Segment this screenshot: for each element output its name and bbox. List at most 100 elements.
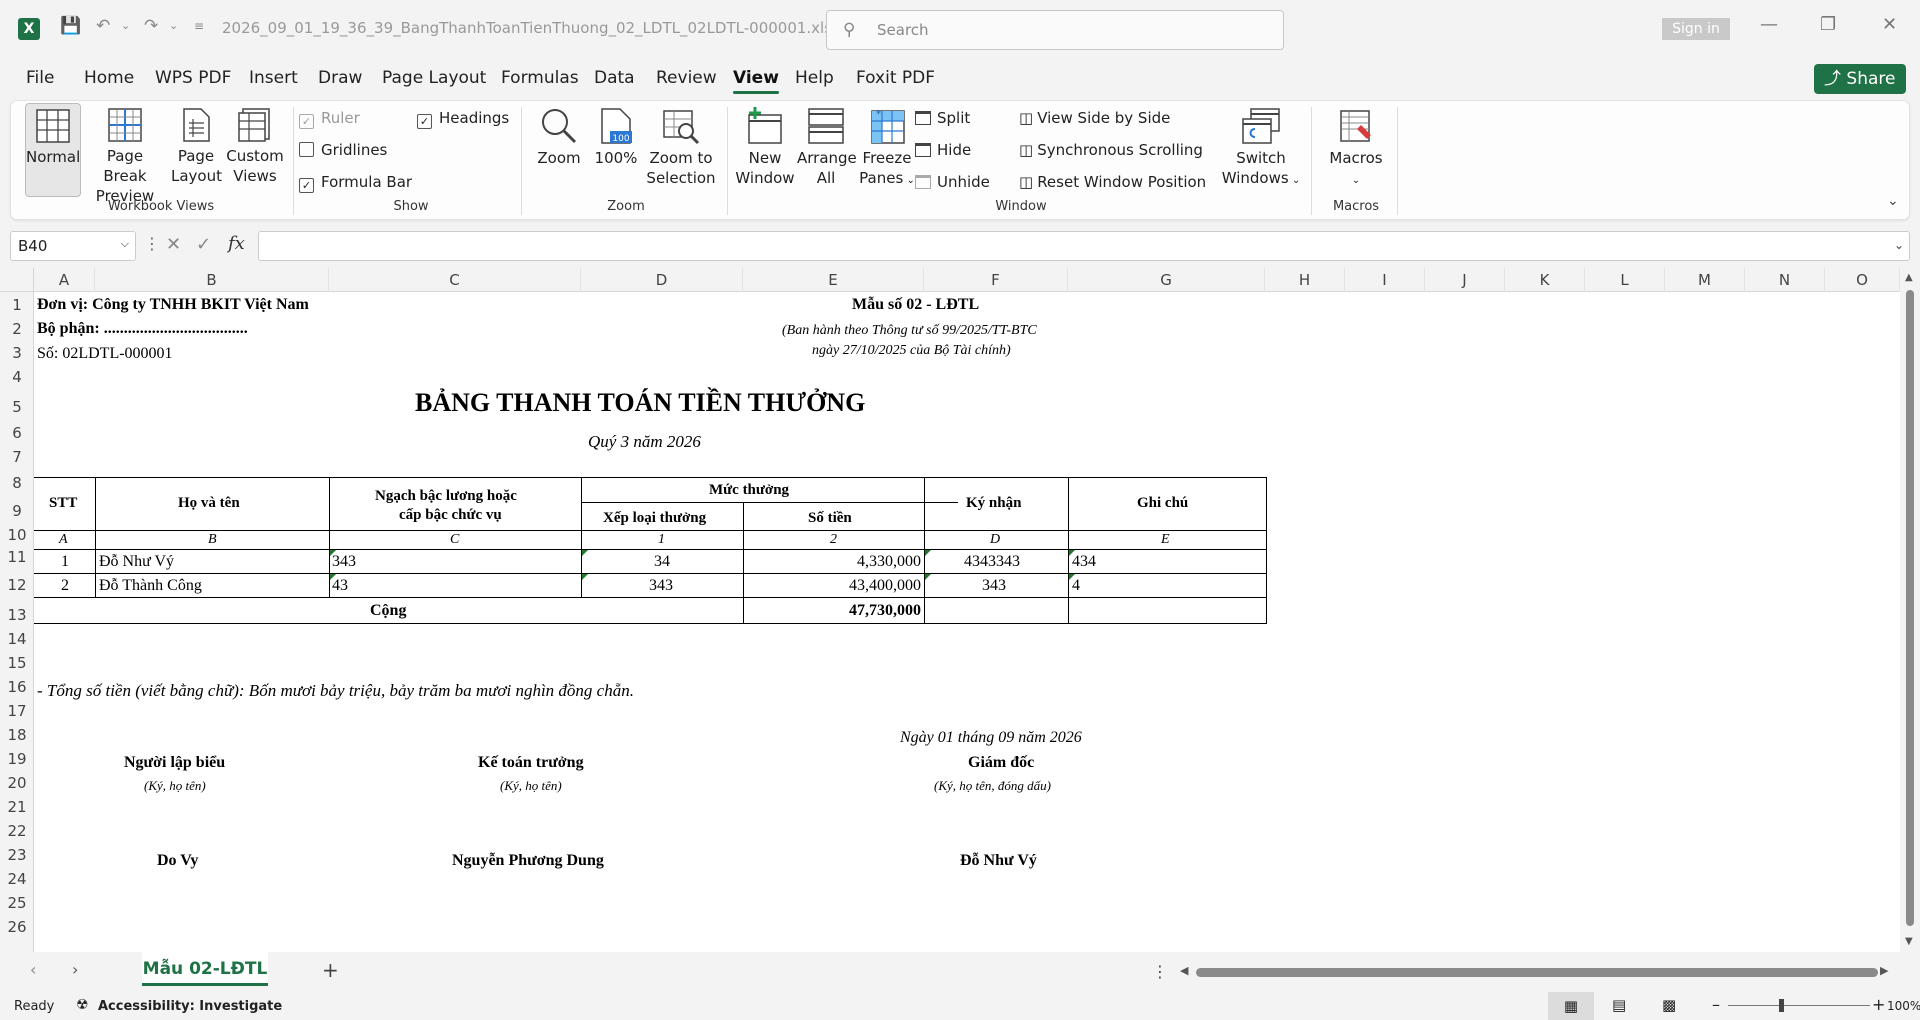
row-header[interactable]: 24 [0,870,34,888]
add-sheet-icon[interactable]: + [322,958,339,982]
page-break-preview-button[interactable]: Page Break Preview [85,107,165,206]
row-header[interactable]: 13 [0,606,34,624]
tab-draw[interactable]: Draw [318,68,362,88]
zoom-out-icon[interactable]: – [1712,995,1720,1014]
select-all-corner[interactable] [0,268,34,292]
scroll-down-icon[interactable]: ▼ [1905,936,1913,947]
sheet-tab-active[interactable]: Mẫu 02-LĐTL [142,952,268,986]
page-break-status-icon[interactable]: ▩ [1662,996,1676,1014]
split-button[interactable]: Split [915,109,970,127]
row-header[interactable]: 9 [0,502,34,520]
error-indicator-icon[interactable] [925,550,931,556]
restore-icon[interactable]: ❐ [1820,14,1836,35]
arrange-all-button[interactable]: Arrange All [797,107,857,188]
column-header[interactable]: J [1425,268,1505,292]
redo-dropdown-icon[interactable]: ⌄ [169,14,178,38]
tab-data[interactable]: Data [594,68,635,88]
normal-view-status-icon[interactable]: ▦ [1548,992,1594,1020]
row-header[interactable]: 23 [0,846,34,864]
column-header[interactable]: H [1265,268,1345,292]
column-header[interactable]: B [95,268,329,292]
column-header[interactable]: E [743,268,924,292]
tab-wps-pdf[interactable]: WPS PDF [155,68,231,88]
tab-home[interactable]: Home [84,68,134,88]
tab-help[interactable]: Help [795,68,834,88]
horizontal-scroll-thumb[interactable] [1196,968,1878,977]
enter-icon[interactable]: ✓ [196,234,211,255]
vertical-scroll-thumb[interactable] [1906,290,1914,926]
error-indicator-icon[interactable] [1069,550,1075,556]
tab-file[interactable]: File [26,68,54,88]
synchronous-scrolling-button[interactable]: ◫ Synchronous Scrolling [1019,141,1203,159]
formula-input[interactable] [258,231,1910,261]
page-layout-status-icon[interactable]: ▤ [1612,996,1626,1014]
column-header[interactable]: I [1345,268,1425,292]
column-header[interactable]: L [1585,268,1665,292]
row-header[interactable]: 11 [0,548,34,566]
row-header[interactable]: 16 [0,678,34,696]
freeze-panes-button[interactable]: * Freeze Panes ⌄ [857,107,917,191]
zoom-100-button[interactable]: 100 100% [591,107,641,168]
row-header[interactable]: 7 [0,448,34,466]
row-header[interactable]: 20 [0,774,34,792]
zoom-level[interactable]: 100% [1887,999,1920,1013]
scroll-up-icon[interactable]: ▲ [1905,272,1913,283]
hide-button[interactable]: Hide [915,141,971,159]
page-layout-view-button[interactable]: Page Layout [171,107,222,186]
undo-icon[interactable]: ↶ [96,14,110,38]
row-header[interactable]: 8 [0,474,34,492]
error-indicator-icon[interactable] [1069,574,1075,580]
row-header[interactable]: 1 [0,296,34,314]
row-header[interactable]: 15 [0,654,34,672]
zoom-slider[interactable] [1728,1005,1870,1006]
row-header[interactable]: 2 [0,320,34,338]
normal-view-button[interactable]: Normal [25,103,81,197]
column-header[interactable]: M [1665,268,1745,292]
column-header[interactable]: O [1825,268,1900,292]
column-header[interactable]: G [1068,268,1265,292]
unhide-button[interactable]: Unhide [915,173,990,191]
row-header[interactable]: 22 [0,822,34,840]
view-side-by-side-button[interactable]: ◫ View Side by Side [1019,109,1170,127]
row-header[interactable]: 18 [0,726,34,744]
switch-windows-button[interactable]: Switch Windows ⌄ [1221,107,1301,191]
row-header[interactable]: 21 [0,798,34,816]
row-header[interactable]: 5 [0,398,34,416]
row-header[interactable]: 26 [0,918,34,936]
minimize-icon[interactable]: — [1760,14,1778,35]
column-header[interactable]: N [1745,268,1825,292]
row-header[interactable]: 17 [0,702,34,720]
gridlines-checkbox[interactable]: Gridlines [299,141,387,159]
ruler-checkbox[interactable]: ✓ Ruler [299,109,360,129]
zoom-in-icon[interactable]: + [1872,995,1885,1014]
error-indicator-icon[interactable] [330,574,336,580]
name-box[interactable]: B40 ⌵ [10,231,136,261]
row-header[interactable]: 19 [0,750,34,768]
accessibility-status[interactable]: Accessibility: Investigate [98,999,282,1014]
column-header[interactable]: K [1505,268,1585,292]
column-header[interactable]: A [34,268,95,292]
row-header[interactable]: 6 [0,424,34,442]
column-header[interactable]: C [329,268,581,292]
error-indicator-icon[interactable] [582,550,588,556]
tab-foxit-pdf[interactable]: Foxit PDF [856,68,935,88]
zoom-slider-thumb[interactable] [1779,999,1784,1012]
scroll-left-icon[interactable]: ◀ [1180,964,1188,977]
collapse-ribbon-icon[interactable]: ⌄ [1887,193,1899,209]
tab-view[interactable]: View [733,68,779,94]
formula-bar-checkbox[interactable]: ✓ Formula Bar [299,173,412,193]
more-options-icon[interactable]: ⋮ [1152,962,1168,981]
macros-button[interactable]: Macros ⌄ [1321,107,1391,191]
row-header[interactable]: 25 [0,894,34,912]
undo-dropdown-icon[interactable]: ⌄ [121,14,130,38]
row-header[interactable]: 4 [0,368,34,386]
tab-insert[interactable]: Insert [249,68,298,88]
close-icon[interactable]: ✕ [1882,14,1897,35]
row-header[interactable]: 12 [0,576,34,594]
error-indicator-icon[interactable] [582,574,588,580]
function-icon[interactable]: fx [228,233,245,254]
error-indicator-icon[interactable] [925,574,931,580]
save-icon[interactable]: 💾 [60,14,81,38]
customize-toolbar-icon[interactable]: ≡ [194,14,204,38]
error-indicator-icon[interactable] [330,550,336,556]
